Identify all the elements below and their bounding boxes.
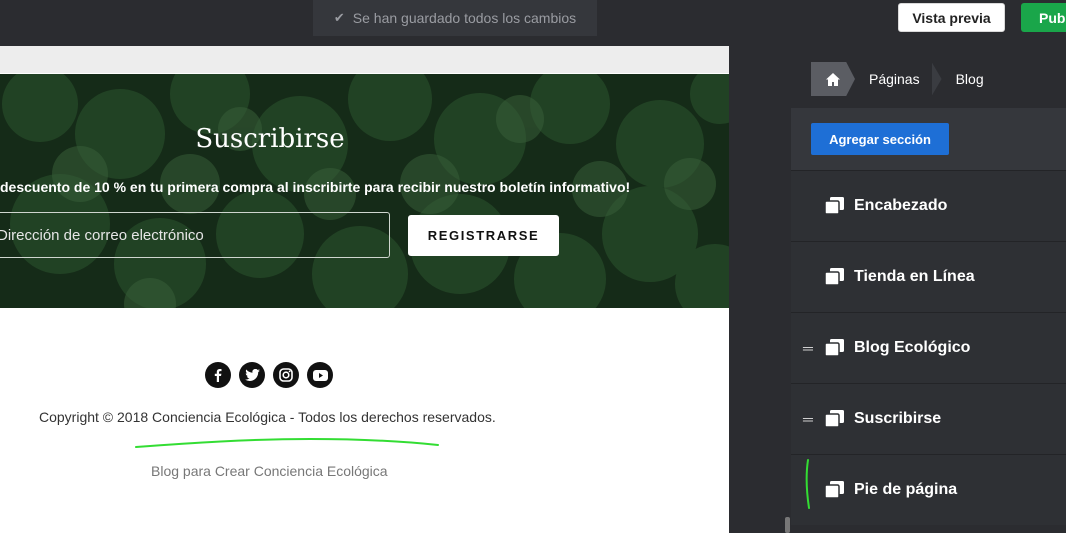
copyright-text: Copyright © 2018 Conciencia Ecológica - … xyxy=(39,409,496,425)
youtube-icon[interactable] xyxy=(307,362,333,388)
section-label: Pie de página xyxy=(854,481,958,498)
annotation-mark xyxy=(805,459,810,509)
section-label: Tienda en Línea xyxy=(854,268,975,285)
footer-tagline: Blog para Crear Conciencia Ecológica xyxy=(151,463,388,479)
breadcrumb: Páginas Blog xyxy=(811,62,984,96)
breadcrumb-pages[interactable]: Páginas xyxy=(869,71,920,87)
section-label: Blog Ecológico xyxy=(854,339,971,356)
drag-handle-icon[interactable]: ═ xyxy=(803,341,813,355)
section-page-icon xyxy=(825,410,844,428)
publish-button[interactable]: Publ xyxy=(1021,3,1066,32)
email-placeholder: Dirección de correo electrónico xyxy=(0,226,204,244)
email-input[interactable]: Dirección de correo electrónico xyxy=(0,212,390,258)
breadcrumb-blog[interactable]: Blog xyxy=(956,71,984,87)
breadcrumb-separator xyxy=(931,62,942,96)
save-status: ✔ Se han guardado todos los cambios xyxy=(313,0,597,36)
save-status-text: Se han guardado todos los cambios xyxy=(352,10,577,26)
drag-handle-icon[interactable]: ═ xyxy=(803,412,813,426)
section-item-subscribe[interactable]: ═ Suscribirse xyxy=(791,383,1066,454)
section-item-blog[interactable]: ═ Blog Ecológico xyxy=(791,312,1066,383)
section-item-header[interactable]: Encabezado xyxy=(791,170,1066,241)
site-preview: Suscribirse descuento de 10 % en tu prim… xyxy=(0,46,729,533)
facebook-icon[interactable] xyxy=(205,362,231,388)
add-section-button[interactable]: Agregar sección xyxy=(811,123,949,155)
checkmark-icon: ✔ xyxy=(333,10,345,25)
annotation-underline xyxy=(135,437,439,448)
top-bar: ✔ Se han guardado todos los cambios Vist… xyxy=(0,0,1066,46)
section-item-store[interactable]: Tienda en Línea xyxy=(791,241,1066,312)
preview-top-strip xyxy=(0,46,729,73)
section-item-footer[interactable]: Pie de página xyxy=(791,454,1066,525)
section-label: Suscribirse xyxy=(854,410,942,427)
section-list: Encabezado Tienda en Línea ═ Blog Ecológ… xyxy=(791,170,1066,525)
preview-button[interactable]: Vista previa xyxy=(898,3,1005,32)
section-page-icon xyxy=(825,197,844,215)
footer-section[interactable]: Copyright © 2018 Conciencia Ecológica - … xyxy=(0,308,729,533)
sidebar-scrollbar[interactable] xyxy=(785,517,790,533)
twitter-icon[interactable] xyxy=(239,362,265,388)
instagram-icon[interactable] xyxy=(273,362,299,388)
section-page-icon xyxy=(825,339,844,357)
section-page-icon xyxy=(825,481,844,499)
register-button[interactable]: REGISTRARSE xyxy=(408,215,559,256)
subscribe-section[interactable]: Suscribirse descuento de 10 % en tu prim… xyxy=(0,74,729,308)
subscribe-subtitle: descuento de 10 % en tu primera compra a… xyxy=(0,179,631,195)
section-label: Encabezado xyxy=(854,197,948,214)
social-links xyxy=(205,362,333,388)
subscribe-title: Suscribirse xyxy=(195,124,345,154)
section-page-icon xyxy=(825,268,844,286)
home-icon[interactable] xyxy=(811,62,855,96)
